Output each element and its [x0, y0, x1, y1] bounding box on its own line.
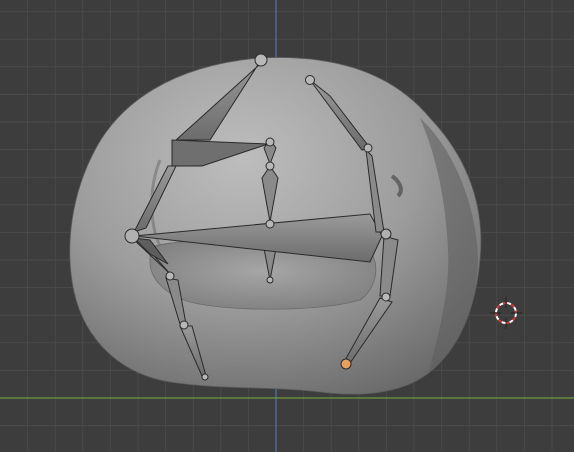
joint-right-leg-tip[interactable]: [340, 358, 352, 370]
3d-cursor-icon[interactable]: [490, 297, 522, 329]
joint-left-ankle[interactable]: [179, 320, 189, 330]
joint-right-knee[interactable]: [381, 292, 391, 302]
viewport-canvas[interactable]: [0, 0, 574, 452]
joint-left-foot[interactable]: [201, 373, 209, 381]
joint-right-shoulder[interactable]: [305, 75, 315, 85]
joint-left-hip[interactable]: [124, 228, 140, 244]
joint-right-elbow[interactable]: [363, 143, 373, 153]
joint-head[interactable]: [254, 53, 268, 67]
joint-spine-top[interactable]: [265, 137, 275, 147]
joint-left-knee[interactable]: [165, 271, 175, 281]
joint-spine-mid[interactable]: [265, 161, 275, 171]
joint-spine-end[interactable]: [266, 276, 274, 284]
joint-right-hip[interactable]: [380, 228, 392, 240]
joint-spine-low[interactable]: [265, 219, 275, 229]
3d-viewport[interactable]: [0, 0, 574, 452]
